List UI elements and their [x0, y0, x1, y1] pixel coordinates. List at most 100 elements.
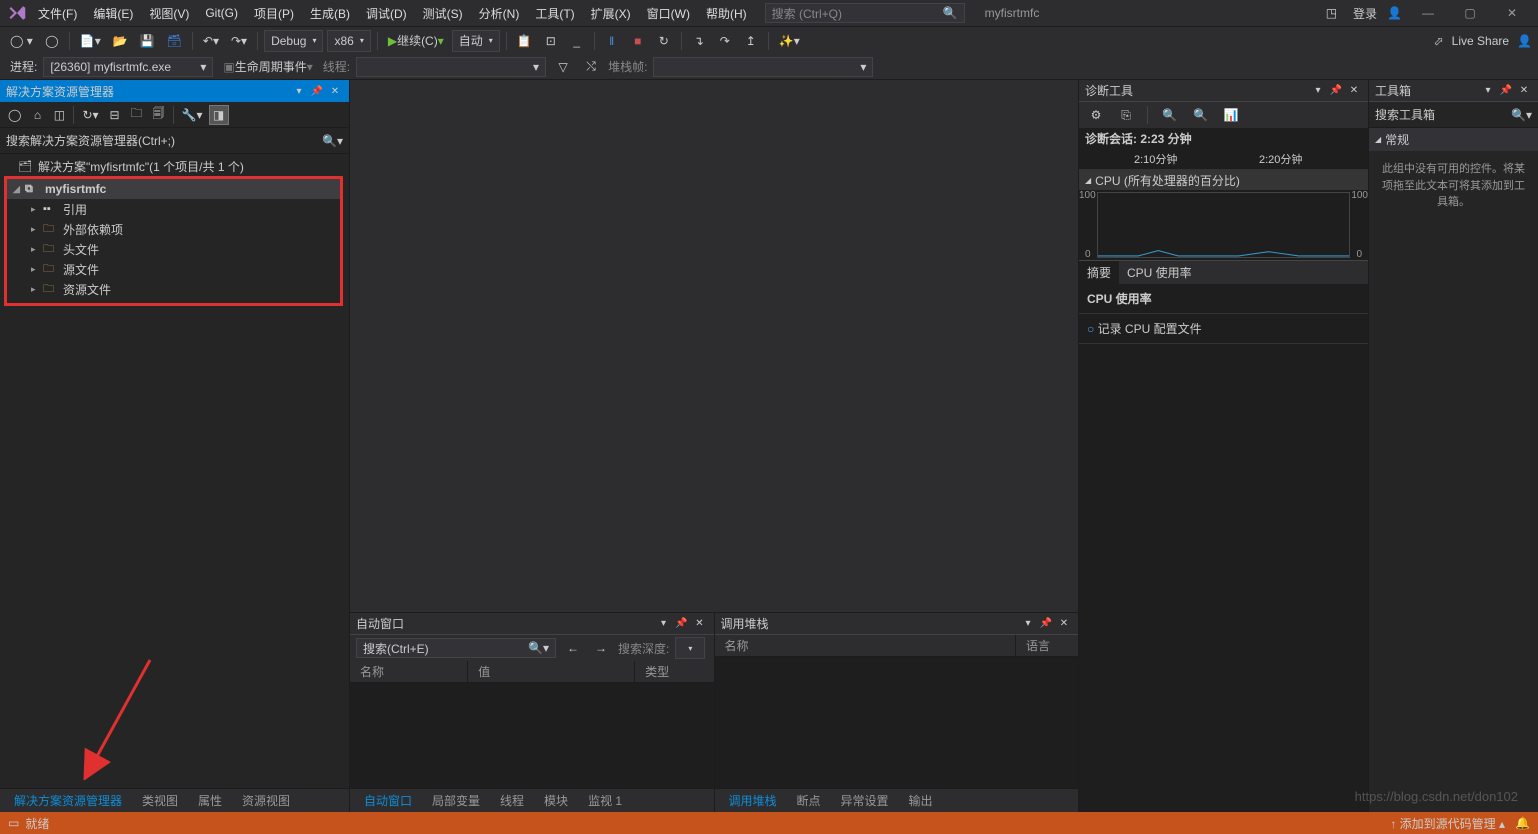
cpu-chart[interactable]: 100 100 0 0: [1079, 190, 1368, 260]
step-into-button[interactable]: ↴: [688, 30, 710, 52]
restart-button[interactable]: ↻: [653, 30, 675, 52]
new-item-button[interactable]: 📄▾: [76, 30, 105, 52]
global-search-input[interactable]: 搜索 (Ctrl+Q) 🔍: [765, 3, 965, 23]
nav-back-icon[interactable]: ←: [562, 637, 584, 659]
close-button[interactable]: ✕: [1496, 0, 1528, 26]
resources-node[interactable]: ▸🗀资源文件: [7, 279, 340, 299]
panel-menu-icon[interactable]: ▾: [1480, 83, 1496, 99]
headers-node[interactable]: ▸🗀头文件: [7, 239, 340, 259]
zoom-in-icon[interactable]: 🔍: [1158, 104, 1181, 126]
tab-properties[interactable]: 属性: [190, 789, 230, 812]
close-panel-icon[interactable]: ✕: [327, 83, 343, 99]
tab-autos[interactable]: 自动窗口: [356, 789, 420, 812]
tab-summary[interactable]: 摘要: [1079, 261, 1119, 284]
feedback-icon[interactable]: ◳: [1320, 6, 1343, 20]
pin-icon[interactable]: 📌: [1498, 83, 1514, 99]
external-deps-node[interactable]: ▸🗀外部依赖项: [7, 219, 340, 239]
export-icon[interactable]: ⎘: [1115, 104, 1137, 126]
panel-menu-icon[interactable]: ▾: [1020, 616, 1036, 632]
tb-icon-2[interactable]: ⊡: [540, 30, 562, 52]
toolbox-header[interactable]: 工具箱 ▾📌✕: [1369, 80, 1538, 102]
tab-output[interactable]: 输出: [901, 789, 941, 812]
open-folder-button[interactable]: 📂: [109, 30, 132, 52]
solution-explorer-header[interactable]: 解决方案资源管理器 ▾ 📌 ✕: [0, 80, 349, 102]
se-showall-icon[interactable]: 🗀: [127, 105, 147, 125]
menu-edit[interactable]: 编辑(E): [85, 1, 141, 26]
nav-back-button[interactable]: ◯ ▾: [6, 30, 37, 52]
col-name[interactable]: 名称: [715, 635, 1016, 656]
tab-locals[interactable]: 局部变量: [424, 789, 488, 812]
step-out-button[interactable]: ↥: [740, 30, 762, 52]
col-name[interactable]: 名称: [350, 661, 468, 682]
redo-button[interactable]: ↷▾: [227, 30, 251, 52]
se-properties-icon[interactable]: 🔧▾: [178, 105, 207, 125]
chart-icon[interactable]: 📊: [1220, 104, 1243, 126]
close-panel-icon[interactable]: ✕: [1516, 83, 1532, 99]
se-refresh-icon[interactable]: 🗐: [149, 105, 169, 125]
menu-window[interactable]: 窗口(W): [639, 1, 698, 26]
panel-menu-icon[interactable]: ▾: [1310, 83, 1326, 99]
callstack-header[interactable]: 调用堆栈 ▾📌✕: [715, 613, 1079, 635]
col-value[interactable]: 值: [468, 661, 635, 682]
lifecycle-button[interactable]: ▣ 生命周期事件 ▾: [219, 56, 316, 78]
toolbox-search[interactable]: 搜索工具箱🔍▾: [1369, 102, 1538, 128]
zoom-out-icon[interactable]: 🔍: [1189, 104, 1212, 126]
se-sync-icon[interactable]: ↻▾: [78, 105, 102, 125]
menu-test[interactable]: 测试(S): [415, 1, 471, 26]
se-switch-icon[interactable]: ◫: [49, 105, 69, 125]
tab-threads[interactable]: 线程: [492, 789, 532, 812]
live-share-user-icon[interactable]: 👤: [1517, 34, 1532, 48]
tab-cpu-usage[interactable]: CPU 使用率: [1119, 261, 1200, 284]
autos-search-input[interactable]: 搜索(Ctrl+E)🔍▾: [356, 638, 556, 658]
se-preview-icon[interactable]: ◨: [209, 105, 229, 125]
stackframe-combo[interactable]: ▾: [653, 57, 873, 77]
undo-button[interactable]: ↶▾: [199, 30, 223, 52]
filter-icon[interactable]: ▽: [552, 56, 574, 78]
menu-git[interactable]: Git(G): [197, 2, 246, 24]
tab-class-view[interactable]: 类视图: [134, 789, 186, 812]
menu-tools[interactable]: 工具(T): [527, 1, 582, 26]
menu-build[interactable]: 生成(B): [302, 1, 358, 26]
pin-icon[interactable]: 📌: [309, 83, 325, 99]
project-node[interactable]: ◢⧉myfisrtmfc: [7, 179, 340, 199]
pin-icon[interactable]: 📌: [674, 616, 690, 632]
menu-analyze[interactable]: 分析(N): [471, 1, 528, 26]
panel-menu-icon[interactable]: ▾: [656, 616, 672, 632]
continue-button[interactable]: ▶ 继续(C)▾: [384, 30, 448, 52]
thread-combo[interactable]: ▾: [356, 57, 546, 77]
close-panel-icon[interactable]: ✕: [1056, 616, 1072, 632]
autos-header[interactable]: 自动窗口 ▾📌✕: [350, 613, 714, 635]
live-share-label[interactable]: Live Share: [1452, 34, 1509, 48]
tab-modules[interactable]: 模块: [536, 789, 576, 812]
cpu-chart-header[interactable]: ◢CPU (所有处理器的百分比): [1079, 170, 1368, 190]
auto-combo[interactable]: 自动▾: [452, 30, 500, 52]
menu-help[interactable]: 帮助(H): [698, 1, 755, 26]
menu-extensions[interactable]: 扩展(X): [583, 1, 639, 26]
process-combo[interactable]: [26360] myfisrtmfc.exe▾: [43, 57, 213, 77]
se-home-icon[interactable]: ⌂: [27, 105, 47, 125]
pin-icon[interactable]: 📌: [1328, 83, 1344, 99]
se-collapse-icon[interactable]: ⊟: [105, 105, 125, 125]
pause-button[interactable]: ‖: [601, 30, 623, 52]
menu-debug[interactable]: 调试(D): [358, 1, 415, 26]
tab-resource-view[interactable]: 资源视图: [234, 789, 298, 812]
menu-file[interactable]: 文件(F): [30, 1, 85, 26]
menu-view[interactable]: 视图(V): [141, 1, 197, 26]
diagnostics-header[interactable]: 诊断工具 ▾📌✕: [1079, 80, 1368, 102]
platform-combo[interactable]: x86▾: [327, 30, 370, 52]
live-share-icon[interactable]: ⬀: [1434, 34, 1444, 48]
user-icon[interactable]: 👤: [1387, 6, 1402, 20]
nav-fwd-button[interactable]: ◯: [41, 30, 63, 52]
se-back-icon[interactable]: ◯: [4, 105, 25, 125]
save-button[interactable]: 💾: [136, 30, 159, 52]
notifications-icon[interactable]: 🔔: [1515, 816, 1530, 830]
close-panel-icon[interactable]: ✕: [692, 616, 708, 632]
panel-dropdown-icon[interactable]: ▾: [291, 83, 307, 99]
source-control-button[interactable]: ↑ 添加到源代码管理 ▴: [1390, 815, 1505, 832]
tb-icon-1[interactable]: 📋: [513, 30, 536, 52]
record-cpu-profile-link[interactable]: ○ 记录 CPU 配置文件: [1079, 314, 1368, 344]
save-all-button[interactable]: 🗃: [163, 30, 186, 52]
maximize-button[interactable]: ▢: [1454, 0, 1486, 26]
tab-exceptions[interactable]: 异常设置: [833, 789, 897, 812]
col-language[interactable]: 语言: [1016, 635, 1078, 656]
